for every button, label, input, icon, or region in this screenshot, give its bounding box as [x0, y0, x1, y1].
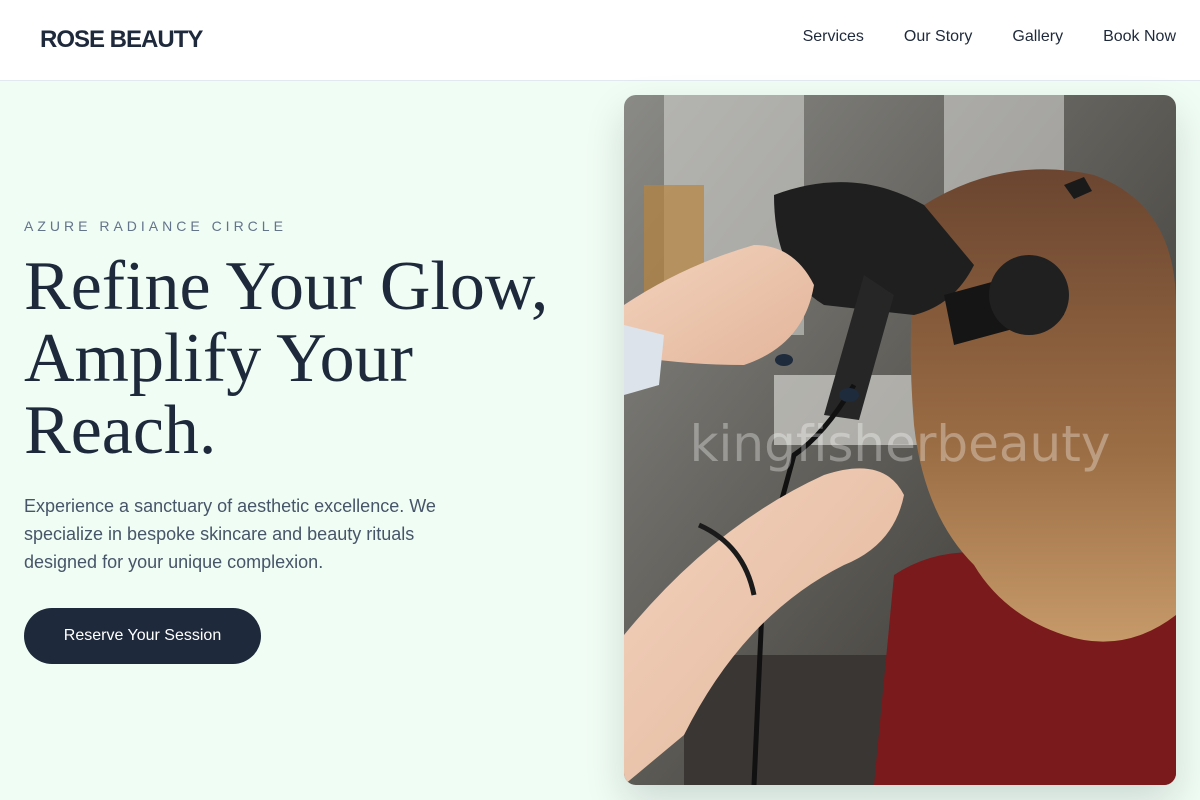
nav-link-gallery[interactable]: Gallery	[1012, 28, 1063, 46]
hero-eyebrow: AZURE RADIANCE CIRCLE	[24, 218, 287, 234]
nav-link-book-now[interactable]: Book Now	[1103, 28, 1176, 46]
salon-photo-illustration	[624, 95, 1176, 785]
headline-line-3: Reach.	[24, 392, 217, 469]
brand-logo[interactable]: ROSE BEAUTY	[40, 26, 203, 54]
hero-headline: Refine Your Glow, Amplify Your Reach.	[24, 251, 604, 467]
hero-subtext: Experience a sanctuary of aesthetic exce…	[24, 496, 436, 572]
navbar: ROSE BEAUTY Services Our Story Gallery B…	[0, 0, 1200, 81]
hero-photo: kingfisherbeauty	[624, 95, 1176, 785]
nav-link-our-story[interactable]: Our Story	[904, 28, 972, 46]
headline-line-2: Amplify Your	[24, 320, 413, 397]
reserve-session-button[interactable]: Reserve Your Session	[24, 608, 261, 664]
headline-line-1: Refine Your Glow,	[24, 248, 549, 325]
nav-links: Services Our Story Gallery Book Now	[803, 28, 1176, 46]
nav-link-services[interactable]: Services	[803, 28, 864, 46]
hero-section: AZURE RADIANCE CIRCLE Refine Your Glow, …	[0, 81, 1200, 800]
